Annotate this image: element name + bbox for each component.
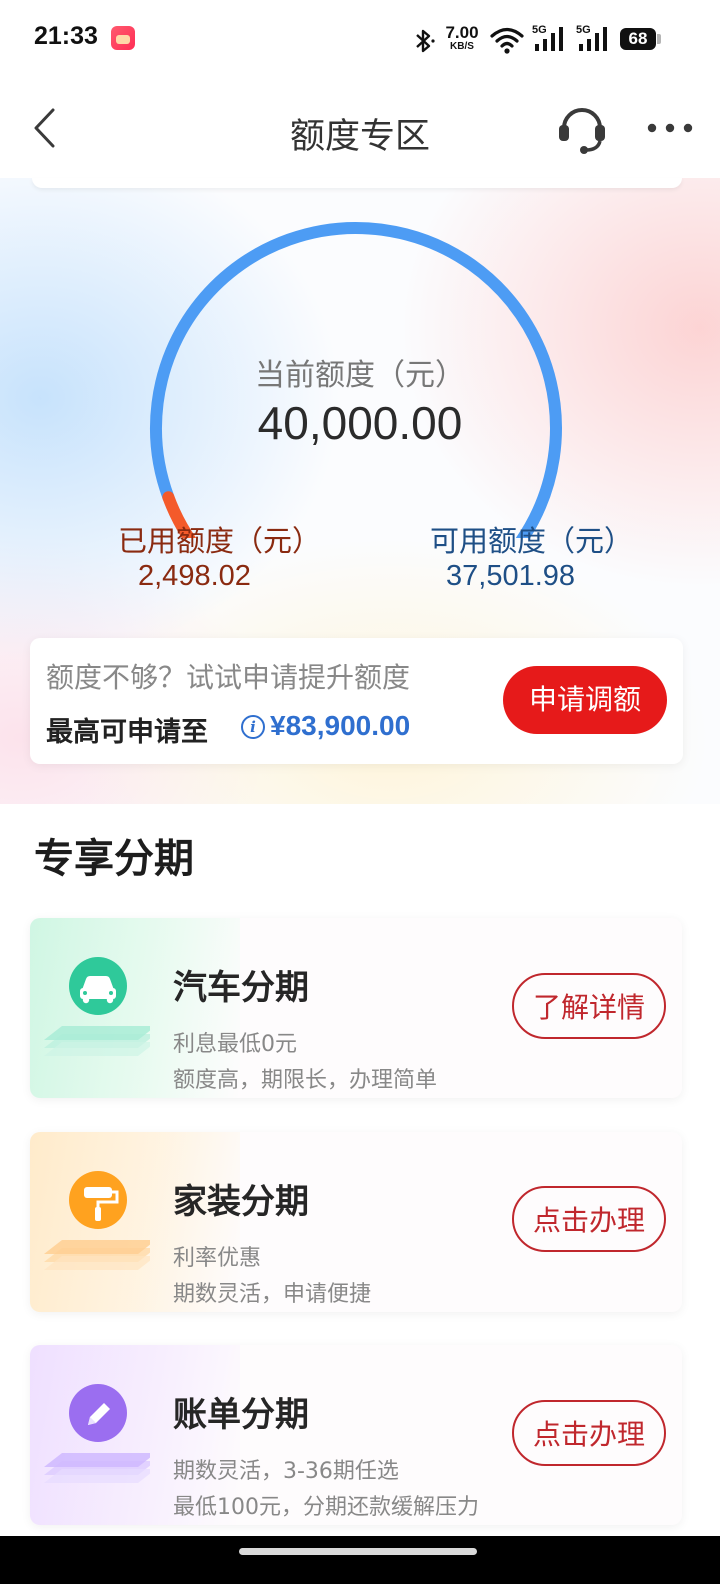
used-quota-value: 2,498.02 [138, 560, 251, 592]
network-speed-value: 7.00 [445, 23, 479, 42]
page-title: 额度专区 [289, 117, 430, 157]
available-quota-label: 可用额度（元） [430, 524, 634, 558]
card-title: 家装分期 [173, 1182, 309, 1222]
card-title: 汽车分期 [173, 968, 309, 1008]
installment-card-car[interactable]: 汽车分期 利息最低0元 额度高，期限长，办理简单 了解详情 [30, 918, 682, 1098]
battery-indicator: 68 [620, 28, 661, 50]
paint-roller-icon [44, 1171, 150, 1270]
info-icon[interactable]: i [241, 715, 265, 739]
card-title: 账单分期 [173, 1395, 309, 1435]
max-apply-label: 最高可申请至 [46, 717, 208, 748]
network-speed-unit: KB/S [450, 41, 474, 52]
home-bar[interactable] [239, 1548, 477, 1555]
wifi-icon [490, 27, 524, 54]
quota-section: 当前额度（元） 40,000.00 已用额度（元） 2,498.02 可用额度（… [0, 178, 720, 804]
app-notification-icon [111, 26, 135, 50]
signal-bars-icon [579, 27, 607, 51]
car-icon [44, 957, 150, 1056]
more-dots-icon [647, 123, 693, 133]
status-bar: 21:33 7.00 KB/S 5G 5G 68 [0, 0, 720, 80]
installment-card-home-decor[interactable]: 家装分期 利率优惠 期数灵活，申请便捷 点击办理 [30, 1132, 682, 1312]
home-indicator [0, 1536, 720, 1584]
apply-now-button[interactable]: 点击办理 [512, 1400, 666, 1466]
card-description: 最低100元，分期还款缓解压力 [173, 1495, 479, 1520]
status-time: 21:33 [34, 22, 98, 50]
learn-more-button[interactable]: 了解详情 [512, 973, 666, 1039]
card-subtitle: 利息最低0元 [173, 1032, 297, 1057]
used-quota-label: 已用额度（元） [118, 524, 322, 558]
quota-upgrade-card: 额度不够？试试申请提升额度 最高可申请至 i ¥83,900.00 申请调额 [30, 638, 683, 764]
max-apply-value: ¥83,900.00 [270, 710, 411, 741]
apply-quota-adjust-button[interactable]: 申请调额 [503, 666, 667, 734]
customer-service-button[interactable] [554, 100, 610, 156]
card-subtitle: 利率优惠 [173, 1246, 262, 1271]
upgrade-prompt: 额度不够？试试申请提升额度 [46, 661, 411, 694]
current-quota-label: 当前额度（元） [255, 358, 465, 393]
card-description: 期数灵活，申请便捷 [173, 1282, 372, 1307]
pencil-icon [44, 1384, 150, 1483]
signal-bars-icon [535, 27, 563, 51]
section-title: 专享分期 [34, 836, 194, 882]
current-quota-value: 40,000.00 [257, 397, 463, 449]
headset-icon [559, 108, 605, 154]
apply-now-button[interactable]: 点击办理 [512, 1186, 666, 1252]
card-description: 额度高，期限长，办理简单 [173, 1068, 438, 1093]
signal-2: 5G [576, 24, 612, 54]
bluetooth-icon [416, 29, 435, 53]
nav-bar: 额度专区 [0, 80, 720, 179]
signal-1: 5G [532, 24, 568, 54]
network-speed: 7.00 KB/S [442, 24, 482, 52]
installment-card-bill[interactable]: 账单分期 期数灵活，3-36期任选 最低100元，分期还款缓解压力 点击办理 [30, 1345, 682, 1525]
available-quota-value: 37,501.98 [446, 560, 576, 592]
card-subtitle: 期数灵活，3-36期任选 [173, 1459, 399, 1484]
more-button[interactable] [646, 120, 694, 136]
